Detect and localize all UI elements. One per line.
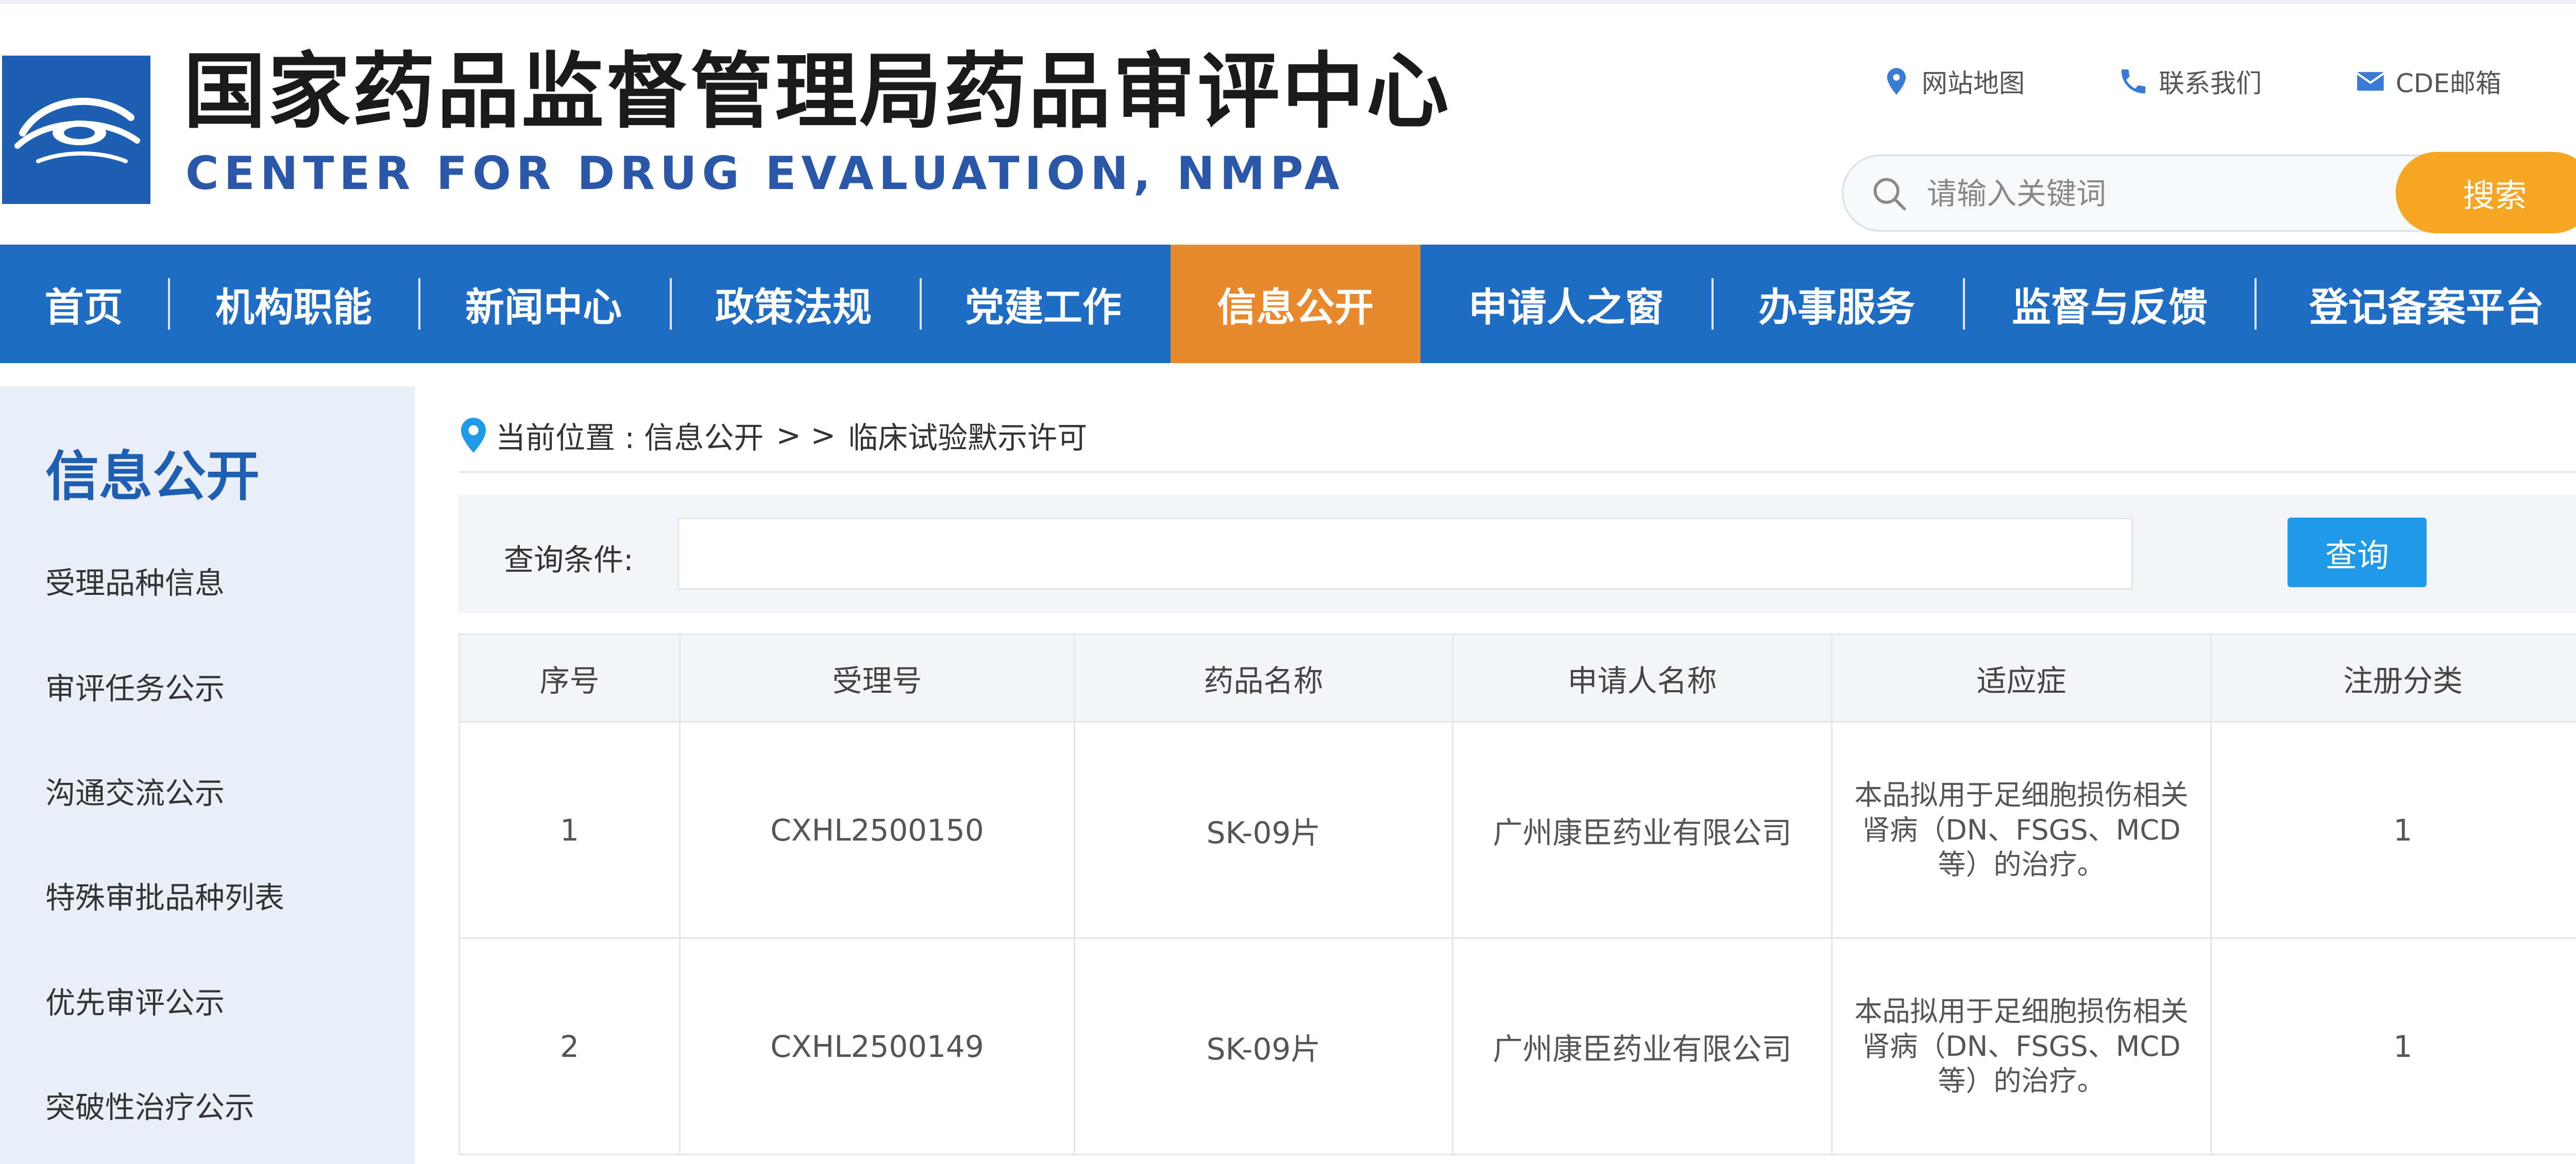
- search-input[interactable]: [1926, 166, 2443, 221]
- site-header: 国家药品监督管理局药品审评中心 CENTER FOR DRUG EVALUATI…: [0, 4, 2576, 242]
- nav-item-news[interactable]: 新闻中心: [435, 245, 652, 363]
- site-map-link[interactable]: 网站地图: [1880, 63, 2025, 100]
- cell-index: 2: [459, 937, 681, 1155]
- site-map-label: 网站地图: [1922, 69, 2025, 98]
- column-header-acceptance-no: 受理号: [679, 634, 1075, 723]
- sidebar-item-review-tasks[interactable]: 审评任务公示: [45, 664, 225, 708]
- nav-divider: [418, 278, 420, 330]
- nav-item-registration[interactable]: 登记备案平台: [2267, 245, 2576, 363]
- results-table: 序号 受理号 药品名称 申请人名称 适应症 注册分类 1 CXHL2500150…: [459, 634, 2576, 1155]
- nav-item-info-disclosure[interactable]: 信息公开: [1171, 245, 1420, 363]
- nav-item-policy[interactable]: 政策法规: [685, 245, 902, 363]
- cell-registration-class: 1: [2210, 937, 2576, 1155]
- table-row: 2 CXHL2500149 SK-09片 广州康臣药业有限公司 本品拟用于足细胞…: [459, 937, 2576, 1155]
- query-input[interactable]: [677, 518, 2133, 590]
- breadcrumb-prefix[interactable]: 当前位置 : 信息公开: [496, 414, 764, 457]
- sidebar-item-priority-review[interactable]: 优先审评公示: [45, 979, 225, 1022]
- contact-us-label: 联系我们: [2159, 69, 2262, 98]
- logo-emblem-icon: [2, 56, 150, 204]
- sidebar-item-breakthrough[interactable]: 突破性治疗公示: [45, 1083, 255, 1126]
- nav-item-functions[interactable]: 机构职能: [185, 245, 402, 363]
- query-bar: 查询条件: 查询: [459, 494, 2576, 613]
- cell-applicant: 广州康臣药业有限公司: [1452, 937, 1833, 1155]
- search-button[interactable]: 搜索: [2396, 152, 2576, 233]
- phone-icon: [2117, 65, 2149, 97]
- nav-divider: [2255, 278, 2257, 330]
- site-title: 国家药品监督管理局药品审评中心: [183, 43, 1451, 140]
- cde-mail-link[interactable]: CDE邮箱: [2354, 63, 2501, 100]
- query-label: 查询条件:: [504, 542, 634, 577]
- breadcrumb: 当前位置 : 信息公开 > > 临床试验默示许可: [459, 412, 1087, 458]
- cell-applicant: 广州康臣药业有限公司: [1452, 721, 1833, 939]
- cell-drug-name: SK-09片: [1074, 937, 1453, 1155]
- map-pin-icon: [1880, 65, 1912, 97]
- sidebar-item-acceptance-info[interactable]: 受理品种信息: [45, 559, 225, 602]
- breadcrumb-current: 临床试验默示许可: [848, 420, 1088, 455]
- mail-icon: [2354, 65, 2386, 97]
- top-border: [0, 0, 2576, 4]
- search-icon: [1870, 175, 1909, 214]
- site-subtitle: CENTER FOR DRUG EVALUATION, NMPA: [185, 147, 1345, 200]
- sidebar-title: 信息公开: [45, 445, 260, 508]
- sidebar-item-special-approval[interactable]: 特殊审批品种列表: [45, 874, 284, 917]
- cell-registration-class: 1: [2210, 721, 2576, 939]
- query-button[interactable]: 查询: [2287, 518, 2427, 587]
- column-header-index: 序号: [459, 634, 681, 723]
- nav-divider: [1963, 278, 1965, 330]
- column-header-drug-name: 药品名称: [1074, 634, 1453, 723]
- table-header-row: 序号 受理号 药品名称 申请人名称 适应症 注册分类: [459, 634, 2576, 723]
- nav-divider: [920, 278, 922, 330]
- nav-item-party[interactable]: 党建工作: [935, 245, 1151, 363]
- cell-indication: 本品拟用于足细胞损伤相关肾病（DN、FSGS、MCD等）的治疗。: [1831, 721, 2212, 939]
- nav-divider: [670, 278, 672, 330]
- location-pin-icon: [459, 416, 488, 454]
- sidebar-item-communication[interactable]: 沟通交流公示: [45, 769, 225, 812]
- column-header-registration-class: 注册分类: [2210, 634, 2576, 723]
- search-box: [1842, 155, 2491, 232]
- column-header-applicant: 申请人名称: [1452, 634, 1833, 723]
- nav-item-home[interactable]: 首页: [21, 245, 147, 363]
- table-row: 1 CXHL2500150 SK-09片 广州康臣药业有限公司 本品拟用于足细胞…: [459, 721, 2576, 939]
- nav-item-services[interactable]: 办事服务: [1723, 245, 1950, 363]
- nav-item-applicant-window[interactable]: 申请人之窗: [1437, 245, 1695, 363]
- breadcrumb-divider: [459, 471, 2576, 473]
- cell-index: 1: [459, 721, 681, 939]
- cell-drug-name: SK-09片: [1074, 721, 1453, 939]
- cell-acceptance-no[interactable]: CXHL2500149: [679, 937, 1075, 1155]
- top-links: 网站地图 联系我们 CDE邮箱: [1880, 61, 2501, 102]
- contact-us-link[interactable]: 联系我们: [2117, 63, 2262, 100]
- cell-acceptance-no[interactable]: CXHL2500150: [679, 721, 1075, 939]
- cell-indication: 本品拟用于足细胞损伤相关肾病（DN、FSGS、MCD等）的治疗。: [1831, 937, 2212, 1155]
- cde-logo[interactable]: [2, 56, 150, 204]
- sidebar: 信息公开 受理品种信息 审评任务公示 沟通交流公示 特殊审批品种列表 优先审评公…: [0, 386, 415, 1164]
- main-nav: 首页 机构职能 新闻中心 政策法规 党建工作 信息公开 申请人之窗 办事服务 监…: [0, 245, 2576, 363]
- column-header-indication: 适应症: [1831, 634, 2212, 723]
- nav-item-supervision[interactable]: 监督与反馈: [1976, 245, 2244, 363]
- breadcrumb-separator: > >: [776, 418, 836, 453]
- cde-mail-label: CDE邮箱: [2396, 69, 2502, 98]
- nav-divider: [168, 278, 170, 330]
- nav-divider: [1711, 278, 1714, 330]
